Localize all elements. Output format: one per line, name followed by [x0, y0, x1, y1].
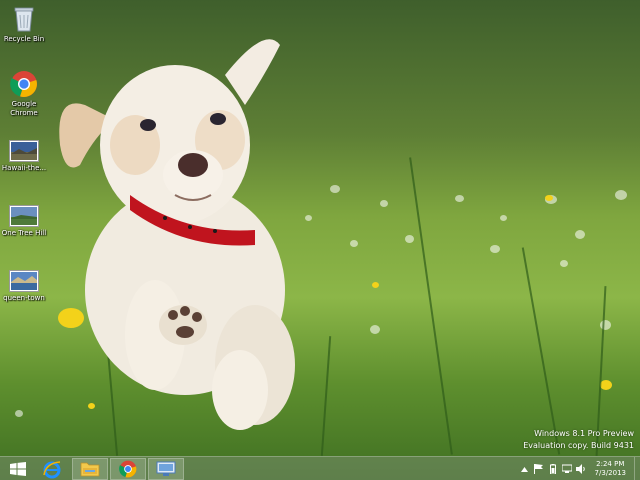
- battery-icon[interactable]: [547, 462, 559, 476]
- desktop-icon-label: queen-town: [3, 294, 45, 302]
- desktop-icon-one-tree-hill-image[interactable]: One Tree Hill: [0, 205, 52, 238]
- clock[interactable]: 2:24 PM 7/3/2013: [595, 460, 626, 478]
- start-button[interactable]: [4, 458, 32, 480]
- desktop-icon-label: One Tree Hill: [1, 229, 47, 237]
- desktop-icon-label-line2: Chrome: [10, 109, 38, 117]
- taskbar-chrome-button[interactable]: [110, 458, 146, 480]
- clock-time: 2:24 PM: [596, 460, 625, 468]
- ie-icon: [43, 461, 61, 479]
- watermark-line-1: Windows 8.1 Pro Preview: [534, 429, 634, 438]
- show-desktop-button[interactable]: [634, 457, 640, 480]
- puppy-wallpaper-image: [59, 39, 295, 430]
- desktop-icon-queen-town-image[interactable]: queen-town: [0, 270, 52, 303]
- network-computer-icon: [156, 461, 176, 476]
- desktop-icon-hawaii-image[interactable]: Hawaii-the...: [0, 140, 52, 173]
- taskbar: 2:24 PM 7/3/2013: [0, 456, 640, 480]
- image-file-icon: [9, 270, 39, 292]
- desktop-icon-label: Recycle Bin: [3, 35, 45, 43]
- watermark-line-2: Evaluation copy. Build 9431: [523, 441, 634, 450]
- chrome-icon: [119, 460, 137, 478]
- image-file-icon: [9, 140, 39, 162]
- speaker-icon[interactable]: [575, 462, 587, 476]
- flag-icon[interactable]: [533, 462, 545, 476]
- clock-date: 7/3/2013: [594, 469, 626, 477]
- chrome-icon: [10, 71, 37, 98]
- evaluation-watermark: Windows 8.1 Pro Preview Evaluation copy.…: [523, 428, 634, 452]
- desktop-icon-recycle-bin[interactable]: Recycle Bin: [0, 5, 52, 44]
- taskbar-remote-desktop-button[interactable]: [148, 458, 184, 480]
- recycle-bin-icon: [14, 7, 34, 32]
- notification-area: 2:24 PM 7/3/2013: [517, 457, 640, 480]
- chevron-up-icon[interactable]: [519, 462, 531, 476]
- network-icon[interactable]: [561, 462, 573, 476]
- image-file-icon: [9, 205, 39, 227]
- desktop-icon-google-chrome[interactable]: Google Chrome: [0, 70, 52, 118]
- folder-icon: [80, 462, 100, 477]
- desktop-icon-label: Hawaii-the...: [1, 164, 47, 172]
- taskbar-file-explorer-button[interactable]: [72, 458, 108, 480]
- windows-logo-icon: [10, 462, 26, 476]
- taskbar-internet-explorer-button[interactable]: [34, 458, 70, 480]
- desktop-icon-label-line1: Google: [11, 100, 37, 108]
- desktop[interactable]: Recycle Bin Google Chrome Hawaii-the... …: [0, 0, 640, 480]
